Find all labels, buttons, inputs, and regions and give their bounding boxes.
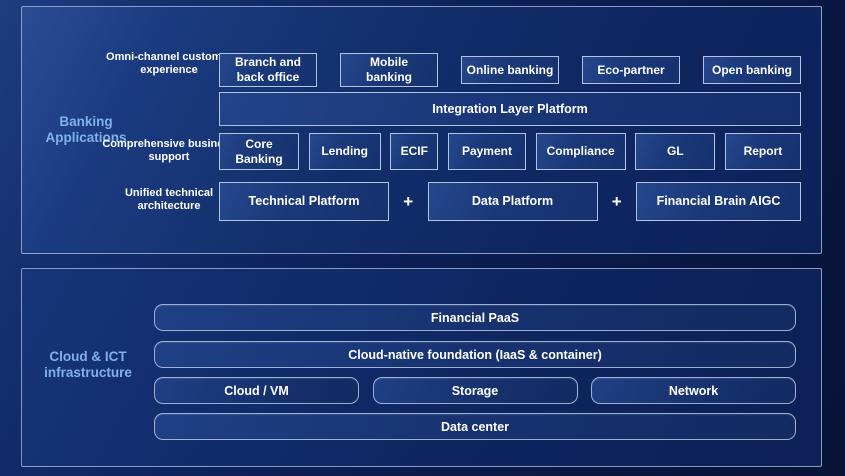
box-label: Mobile banking [360,55,418,85]
business-support-row: Core Banking Lending ECIF Payment Compli… [219,133,801,170]
box-payment: Payment [448,133,526,170]
cloud-panel-title: Cloud & ICT infrastructure [22,349,154,381]
plus-sign: + [389,192,428,212]
box-label: Compliance [547,144,615,159]
box-core-banking: Core Banking [219,133,299,170]
box-data-platform: Data Platform [428,182,598,221]
box-cloud-vm: Cloud / VM [154,377,359,404]
cloud-ict-panel: Cloud & ICT infrastructure Financial Paa… [21,268,822,467]
box-label: Online banking [467,63,554,78]
box-label: Lending [321,144,368,159]
box-label: Open banking [712,63,792,78]
box-label: Branch and back office [220,55,316,85]
box-label: Data Platform [472,194,553,209]
box-label: GL [667,144,684,159]
box-compliance: Compliance [536,133,626,170]
box-label: ECIF [401,144,428,159]
bar-label: Financial PaaS [431,311,519,325]
box-branch-and-back-office: Branch and back office [219,53,317,87]
box-label: Eco-partner [597,63,664,78]
box-open-banking: Open banking [703,56,801,84]
bar-cloud-native-foundation: Cloud-native foundation (IaaS & containe… [154,341,796,368]
box-label: Storage [452,384,499,398]
box-eco-partner: Eco-partner [582,56,680,84]
box-ecif: ECIF [390,133,438,170]
box-label: Technical Platform [249,194,360,209]
box-label: Report [744,144,783,159]
infrastructure-row: Cloud / VM Storage Network [154,377,796,404]
box-online-banking: Online banking [461,56,559,84]
architecture-diagram: Banking Applications Omni-channel custom… [0,0,845,476]
box-technical-platform: Technical Platform [219,182,389,221]
box-mobile-banking: Mobile banking [340,53,438,87]
bar-label: Cloud-native foundation (IaaS & containe… [348,348,601,362]
box-report: Report [725,133,801,170]
plus-sign: + [598,192,637,212]
box-label: Core Banking [230,137,288,167]
platform-row: Technical Platform + Data Platform + Fin… [219,182,801,221]
bar-data-center: Data center [154,413,796,440]
integration-layer-platform-bar: Integration Layer Platform [219,92,801,126]
box-label: Network [669,384,718,398]
box-label: Cloud / VM [224,384,289,398]
box-storage: Storage [373,377,578,404]
channel-row: Branch and back office Mobile banking On… [219,53,801,87]
bar-label: Integration Layer Platform [432,102,588,116]
box-label: Payment [462,144,512,159]
bar-financial-paas: Financial PaaS [154,304,796,331]
banking-applications-panel: Banking Applications Omni-channel custom… [21,6,822,254]
box-financial-brain-aigc: Financial Brain AIGC [636,182,801,221]
bar-label: Data center [441,420,509,434]
box-lending: Lending [309,133,381,170]
box-gl: GL [635,133,715,170]
box-label: Financial Brain AIGC [657,194,781,209]
box-network: Network [591,377,796,404]
